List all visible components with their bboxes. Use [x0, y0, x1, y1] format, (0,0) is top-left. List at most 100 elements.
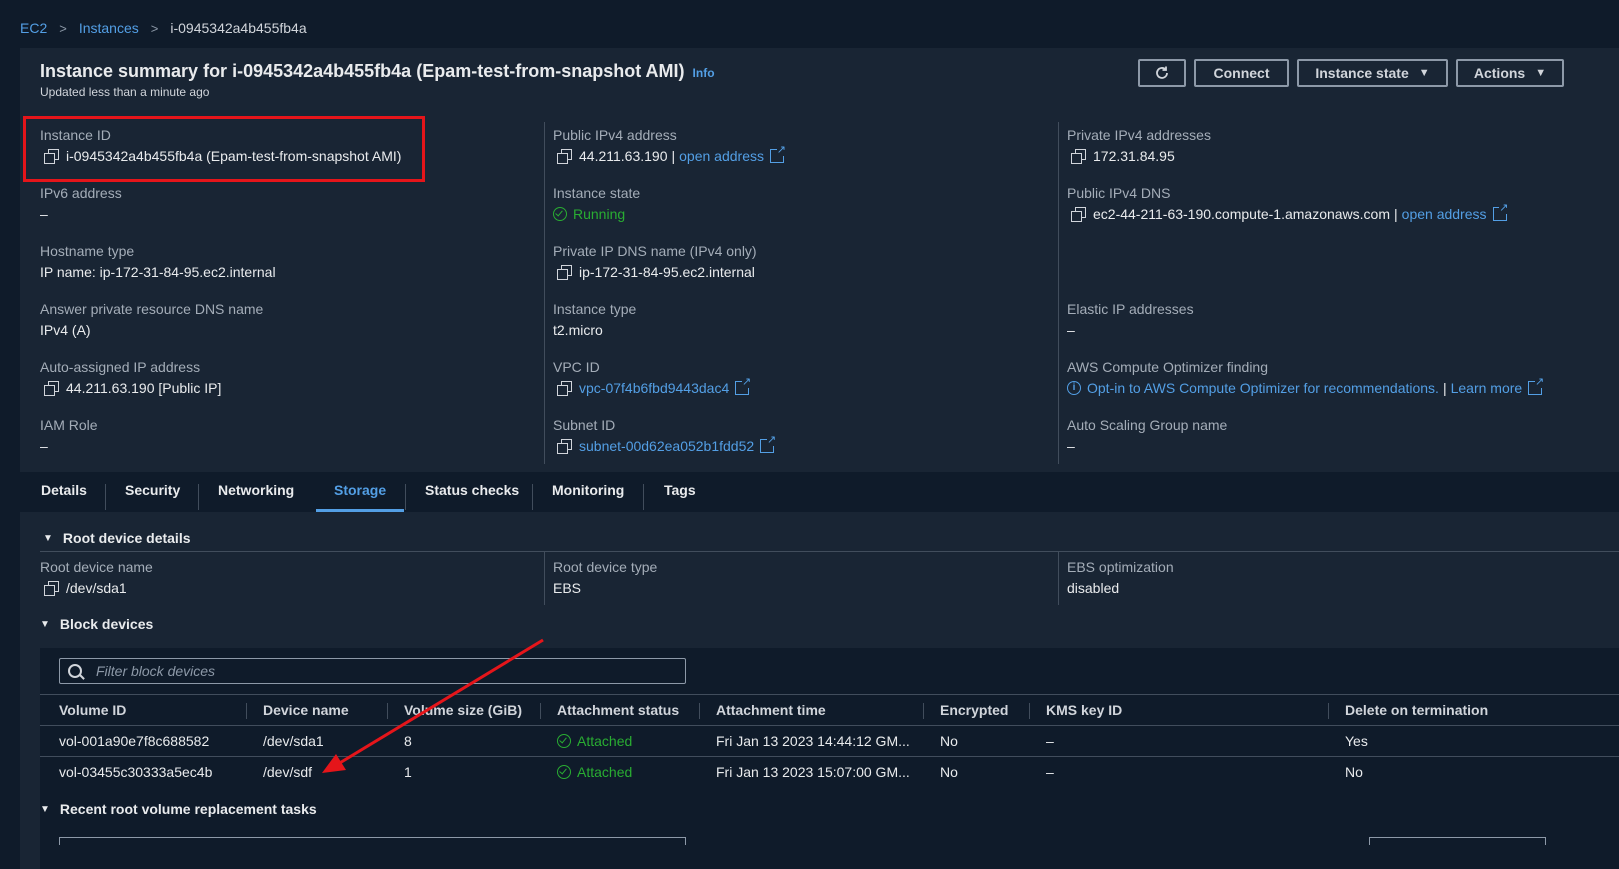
optimizer-link[interactable]: Opt-in to AWS Compute Optimizer for reco… [1087, 380, 1439, 396]
column-divider [544, 551, 545, 605]
root-device-section-toggle[interactable]: ▼ Root device details [43, 530, 191, 546]
external-link-icon[interactable] [1528, 377, 1545, 395]
tab-security[interactable]: Security [125, 482, 180, 498]
root-device-name-text: /dev/sda1 [66, 580, 127, 596]
column-header-delete-on-termination[interactable]: Delete on termination [1345, 702, 1488, 718]
root-device-name-label: Root device name [40, 559, 153, 575]
column-header-attachment-time[interactable]: Attachment time [716, 702, 826, 718]
separator: | [1442, 380, 1447, 396]
tab-monitoring[interactable]: Monitoring [552, 482, 624, 498]
pagination-control[interactable] [1369, 837, 1546, 845]
column-divider [699, 703, 700, 719]
external-link-icon[interactable] [769, 145, 786, 163]
breadcrumb-ec2[interactable]: EC2 [20, 20, 47, 36]
tab-details[interactable]: Details [41, 482, 87, 498]
hostname-type-value: IP name: ip-172-31-84-95.ec2.internal [40, 264, 276, 280]
info-link[interactable]: Info [693, 66, 715, 80]
private-dns-value: ip-172-31-84-95.ec2.internal [553, 264, 755, 280]
auto-ip-text: 44.211.63.190 [Public IP] [66, 380, 222, 396]
external-link-icon[interactable] [760, 435, 777, 453]
elastic-ip-value: – [1067, 322, 1075, 338]
root-device-type-value: EBS [553, 580, 582, 596]
encrypted-cell: No [940, 733, 958, 749]
caret-down-icon: ▼ [1418, 67, 1430, 79]
column-divider [923, 703, 924, 719]
check-circle-icon [557, 734, 571, 748]
vpc-id-link[interactable]: vpc-07f4b6fbd9443dac4 [579, 380, 729, 396]
breadcrumb-current: i-0945342a4b455fb4a [170, 20, 307, 36]
copy-icon[interactable] [557, 265, 572, 280]
column-divider [1328, 703, 1329, 719]
actions-label: Actions [1473, 65, 1526, 81]
volume-id-link[interactable]: vol-001a90e7f8c688582 [59, 733, 209, 749]
copy-icon[interactable] [44, 381, 59, 396]
instance-state-button[interactable]: Instance state ▼ [1297, 59, 1448, 87]
filter-block-devices-input[interactable] [94, 662, 658, 680]
column-header-volume-id[interactable]: Volume ID [59, 702, 126, 718]
kms-key-cell: – [1046, 764, 1054, 780]
caret-down-icon: ▼ [1535, 67, 1547, 79]
delete-on-termination-cell: No [1345, 764, 1363, 780]
copy-icon[interactable] [1071, 149, 1086, 164]
volume-size-cell: 8 [404, 733, 412, 749]
attachment-time-cell: Fri Jan 13 2023 14:44:12 GM... [716, 733, 910, 749]
volume-id-link[interactable]: vol-03455c30333a5ec4b [59, 764, 212, 780]
replacement-tasks-section-toggle[interactable]: ▼ Recent root volume replacement tasks [40, 801, 317, 817]
attachment-status-text: Attached [577, 733, 633, 749]
column-divider [544, 122, 545, 464]
tab-divider [532, 484, 533, 510]
copy-icon[interactable] [557, 439, 572, 454]
block-devices-section-title: Block devices [59, 616, 154, 632]
tab-storage[interactable]: Storage [334, 482, 386, 498]
filter-block-devices[interactable] [59, 658, 686, 684]
column-header-kms-key-id[interactable]: KMS key ID [1046, 702, 1122, 718]
table-divider [40, 725, 1619, 726]
external-link-icon[interactable] [1492, 203, 1509, 221]
attachment-status-cell: Attached [557, 764, 632, 780]
copy-icon[interactable] [44, 581, 59, 596]
asg-value: – [1067, 438, 1075, 454]
subnet-id-link[interactable]: subnet-00d62ea052b1fdd52 [579, 438, 754, 454]
column-divider [1029, 703, 1030, 719]
page-title: Instance summary for i-0945342a4b455fb4a… [40, 61, 715, 82]
private-ipv4-text: 172.31.84.95 [1093, 148, 1175, 164]
column-header-volume-size[interactable]: Volume size (GiB) [404, 702, 522, 718]
auto-ip-value: 44.211.63.190 [Public IP] [40, 380, 221, 396]
copy-icon[interactable] [557, 149, 572, 164]
public-dns-text: ec2-44-211-63-190.compute-1.amazonaws.co… [1093, 206, 1391, 222]
tab-status-checks[interactable]: Status checks [425, 482, 519, 498]
actions-button[interactable]: Actions ▼ [1456, 59, 1564, 87]
open-address-link[interactable]: open address [679, 148, 764, 164]
caret-down-icon: ▼ [43, 532, 53, 544]
refresh-icon [1156, 66, 1168, 79]
refresh-button[interactable] [1138, 59, 1186, 87]
check-circle-icon [557, 765, 571, 779]
block-devices-section-toggle[interactable]: ▼ Block devices [40, 616, 153, 632]
tab-divider [105, 484, 106, 510]
external-link-icon[interactable] [735, 377, 752, 395]
device-name-cell: /dev/sdf [263, 764, 313, 780]
column-divider [1058, 551, 1059, 605]
breadcrumb-instances[interactable]: Instances [79, 20, 139, 36]
connect-button[interactable]: Connect [1194, 59, 1289, 87]
iam-role-value: – [40, 438, 48, 454]
chevron-right-icon: > [59, 20, 67, 36]
learn-more-link[interactable]: Learn more [1451, 380, 1523, 396]
column-header-encrypted[interactable]: Encrypted [940, 702, 1008, 718]
private-ipv4-label: Private IPv4 addresses [1067, 127, 1211, 143]
copy-icon[interactable] [1071, 207, 1086, 222]
check-circle-icon [553, 207, 567, 221]
private-dns-text: ip-172-31-84-95.ec2.internal [579, 264, 755, 280]
column-header-attachment-status[interactable]: Attachment status [557, 702, 679, 718]
tab-networking[interactable]: Networking [218, 482, 294, 498]
table-divider [40, 694, 1619, 695]
column-header-device-name[interactable]: Device name [263, 702, 349, 718]
device-name-cell: /dev/sda1 [263, 733, 324, 749]
open-address-link[interactable]: open address [1402, 206, 1487, 222]
filter-replacement-tasks[interactable] [59, 837, 686, 845]
volume-size-cell: 1 [404, 764, 412, 780]
copy-icon[interactable] [557, 381, 572, 396]
tab-tags[interactable]: Tags [664, 482, 696, 498]
tab-divider [198, 484, 199, 510]
elastic-ip-label: Elastic IP addresses [1067, 301, 1194, 317]
